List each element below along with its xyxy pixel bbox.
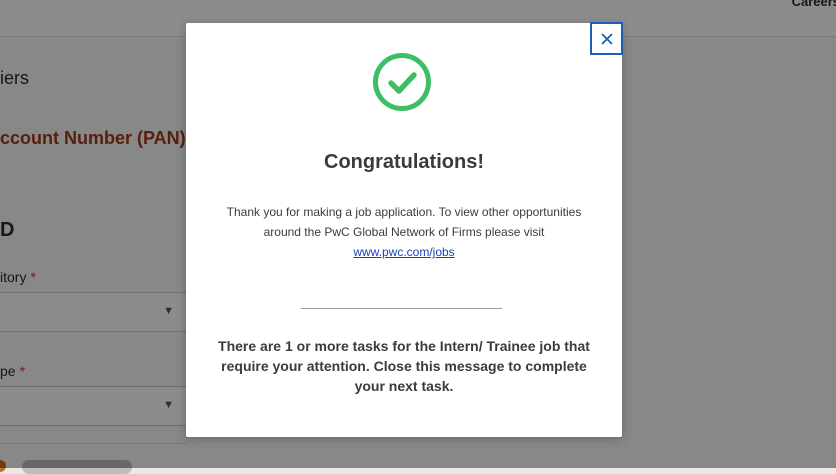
close-icon (600, 32, 613, 45)
success-check-icon (373, 53, 431, 111)
pwc-jobs-link[interactable]: www.pwc.com/jobs (353, 245, 454, 259)
dialog-divider (301, 308, 502, 309)
tasks-message: There are 1 or more tasks for the Intern… (218, 338, 590, 394)
dialog-title: Congratulations! (324, 151, 484, 173)
close-button[interactable] (590, 22, 623, 55)
congratulations-dialog: Congratulations! Thank you for making a … (186, 22, 623, 437)
dialog-message-text: Thank you for making a job application. … (226, 205, 582, 239)
dialog-message: Thank you for making a job application. … (216, 202, 592, 262)
